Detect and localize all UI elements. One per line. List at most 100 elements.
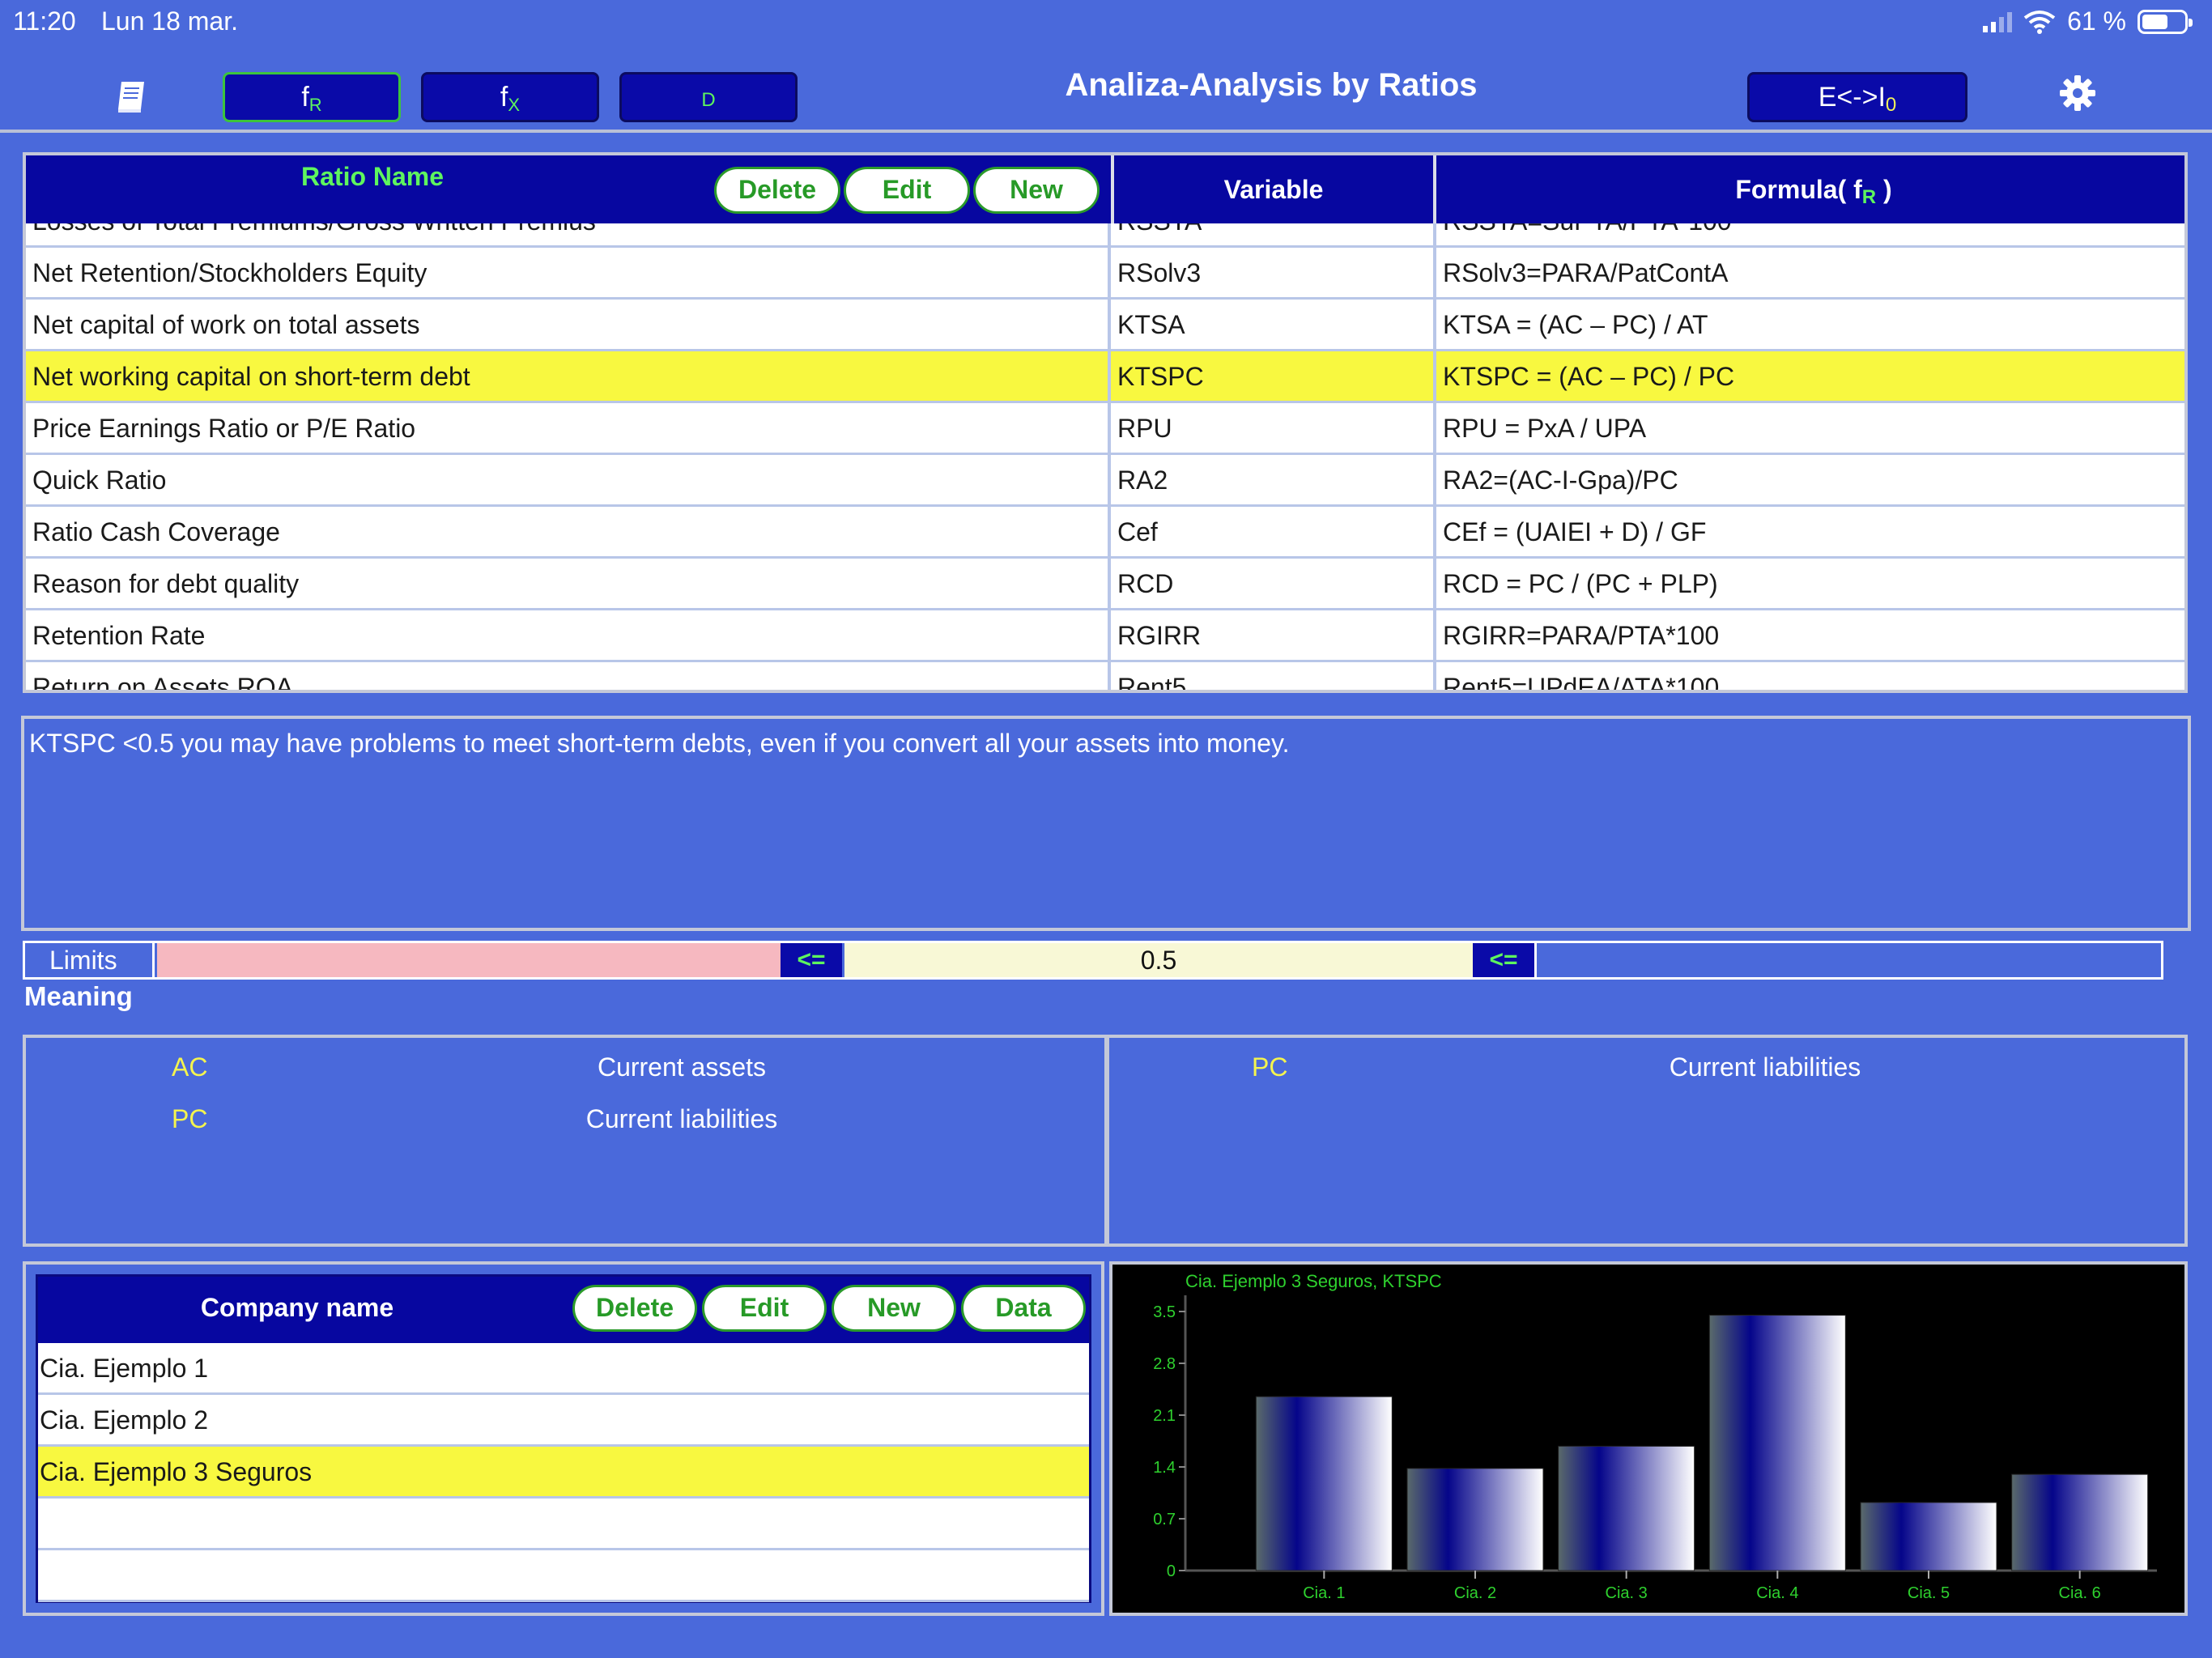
variable-cell: KTSPC (1108, 351, 1433, 403)
variable-cell: RA2 (1108, 455, 1433, 507)
company-delete-button[interactable]: Delete (572, 1285, 697, 1332)
bar-cia-4 (1708, 1315, 1846, 1571)
list-item[interactable] (38, 1550, 1089, 1602)
list-item-selected[interactable]: Cia. Ejemplo 3 Seguros (38, 1447, 1089, 1499)
clock: 11:20 (13, 6, 76, 36)
meaning-code: AC (172, 1052, 208, 1082)
gear-icon[interactable] (2058, 74, 2097, 113)
meaning-code: PC (172, 1104, 208, 1133)
fx-button[interactable]: fX (421, 72, 599, 122)
y-tick-label: 0.7 (1153, 1511, 1176, 1528)
table-row[interactable]: Net Retention/Stockholders Equity RSolv3… (26, 248, 2184, 300)
ratio-table-header: Ratio Name Delete Edit New Variable Form… (26, 155, 2184, 223)
company-table: Company name Delete Edit New Data Cia. E… (36, 1274, 1091, 1603)
ratio-name-cell: Ratio Cash Coverage (32, 517, 280, 546)
d-label: D (701, 89, 716, 111)
formula-cell: RCD = PC / (PC + PLP) (1433, 559, 2184, 610)
formula-cell: RGIRR=PARA/PTA*100 (1433, 610, 2184, 662)
book-icon[interactable] (112, 77, 151, 116)
x-tick-label: Cia. 1 (1303, 1584, 1345, 1602)
toolbar-separator (0, 130, 2212, 133)
col-formula: Formula( fR ) (1433, 155, 2184, 223)
ratio-name-cell: Price Earnings Ratio or P/E Ratio (32, 414, 416, 443)
ratio-name-cell: Retention Rate (32, 621, 206, 650)
bar-cia-5 (1860, 1502, 1997, 1571)
meaning-text: Current assets (597, 1052, 767, 1082)
formula-cell: Rent5=UPdEA/ATA*100 (1433, 662, 2184, 690)
formula-cell: KTSA = (AC – PC) / AT (1433, 300, 2184, 351)
table-row[interactable]: Price Earnings Ratio or P/E Ratio RPU RP… (26, 403, 2184, 455)
formula-cell: RA2=(AC-I-Gpa)/PC (1433, 455, 2184, 507)
fr-button[interactable]: fR (223, 72, 401, 122)
ratio-table: Ratio Name Delete Edit New Variable Form… (23, 152, 2188, 693)
x-tick-label: Cia. 4 (1756, 1584, 1798, 1602)
table-row[interactable]: Net capital of work on total assets KTSA… (26, 300, 2184, 351)
variable-cell: Rent5 (1108, 662, 1433, 690)
formula-cell: CEf = (UAIEI + D) / GF (1433, 507, 2184, 559)
lower-limit-field[interactable] (157, 943, 781, 977)
fr-label: f (301, 82, 309, 113)
ratio-name-cell: Net Retention/Stockholders Equity (32, 258, 428, 287)
formula-cell: KTSPC = (AC – PC) / PC (1433, 351, 2184, 403)
variable-cell: KTSA (1108, 300, 1433, 351)
date: Lun 18 mar. (101, 6, 238, 36)
ratio-name-cell: Reason for debt quality (32, 569, 300, 598)
y-tick-label: 2.8 (1153, 1355, 1176, 1373)
ratio-name-cell: Return on Assets ROA (32, 673, 293, 693)
ratio-delete-button[interactable]: Delete (714, 167, 840, 214)
meaning-code: PC (1252, 1052, 1288, 1082)
d-button[interactable]: D (619, 72, 798, 122)
list-item[interactable]: Cia. Ejemplo 2 (38, 1395, 1089, 1447)
table-row[interactable]: Ratio Cash Coverage Cef CEf = (UAIEI + D… (26, 507, 2184, 559)
cellular-signal-icon (1983, 11, 2013, 32)
col-variable: Variable (1111, 155, 1433, 223)
table-row[interactable]: Reason for debt quality RCD RCD = PC / (… (26, 559, 2184, 610)
ratio-new-button[interactable]: New (973, 167, 1100, 214)
y-tick-label: 0 (1167, 1562, 1176, 1580)
battery-percent: 61 % (2067, 6, 2126, 36)
table-row[interactable]: Return on Assets ROA Rent5 Rent5=UPdEA/A… (26, 662, 2184, 693)
x-tick-label: Cia. 2 (1454, 1584, 1496, 1602)
ratio-edit-button[interactable]: Edit (844, 167, 970, 214)
upper-limit-field[interactable] (1537, 943, 2161, 977)
fx-label: f (500, 82, 508, 113)
limits-bar: Limits <= 0.5 <= (23, 941, 2163, 980)
col-company-name: Company name (200, 1293, 394, 1322)
variable-cell: RSolv3 (1108, 248, 1433, 300)
e-sub: 0 (1885, 94, 1897, 116)
company-data-button[interactable]: Data (961, 1285, 1086, 1332)
fr-sub: R (308, 95, 322, 115)
limit-value-field[interactable]: 0.5 (844, 943, 1473, 977)
meaning-text: Current liabilities (1669, 1052, 1861, 1082)
table-row[interactable]: Quick Ratio RA2 RA2=(AC-I-Gpa)/PC (26, 455, 2184, 507)
company-new-button[interactable]: New (832, 1285, 956, 1332)
status-bar: 11:20 Lun 18 mar. 61 % (0, 0, 2212, 42)
battery-icon (2138, 9, 2193, 34)
x-tick-label: Cia. 3 (1606, 1584, 1648, 1602)
formula-cell: RPU = PxA / UPA (1433, 403, 2184, 455)
toolbar: fR fX D Analiza-Analysis by Ratios E<->I… (0, 61, 2212, 130)
bar-cia-2 (1406, 1468, 1544, 1571)
table-row-selected[interactable]: Net working capital on short-term debt K… (26, 351, 2184, 403)
meaning-right-panel: PC Current liabilities (1106, 1035, 2188, 1247)
variable-cell: RPU (1108, 403, 1433, 455)
list-item[interactable]: Cia. Ejemplo 1 (38, 1343, 1089, 1395)
formula-cell: RSolv3=PARA/PatContA (1433, 248, 2184, 300)
x-tick-label: Cia. 5 (1908, 1584, 1950, 1602)
page-title: Analiza-Analysis by Ratios (1065, 67, 1478, 103)
limits-label: Limits (25, 943, 155, 977)
chart-title: Cia. Ejemplo 3 Seguros, KTSPC (1185, 1271, 1442, 1291)
wifi-icon (2023, 10, 2056, 34)
x-tick-label: Cia. 6 (2059, 1584, 2101, 1602)
bar-cia-6 (2011, 1473, 2149, 1571)
table-row[interactable]: Retention Rate RGIRR RGIRR=PARA/PTA*100 (26, 610, 2184, 662)
list-item[interactable] (38, 1499, 1089, 1550)
variable-cell: RGIRR (1108, 610, 1433, 662)
meaning-left-panel: AC Current assets PC Current liabilities (23, 1035, 1108, 1247)
company-panel: Company name Delete Edit New Data Cia. E… (23, 1261, 1104, 1616)
bar-cia-1 (1255, 1396, 1393, 1571)
e-i-button[interactable]: E<->I0 (1747, 72, 1967, 122)
status-right: 61 % (1983, 6, 2193, 36)
ratio-name-cell: Quick Ratio (32, 466, 167, 495)
company-edit-button[interactable]: Edit (702, 1285, 827, 1332)
